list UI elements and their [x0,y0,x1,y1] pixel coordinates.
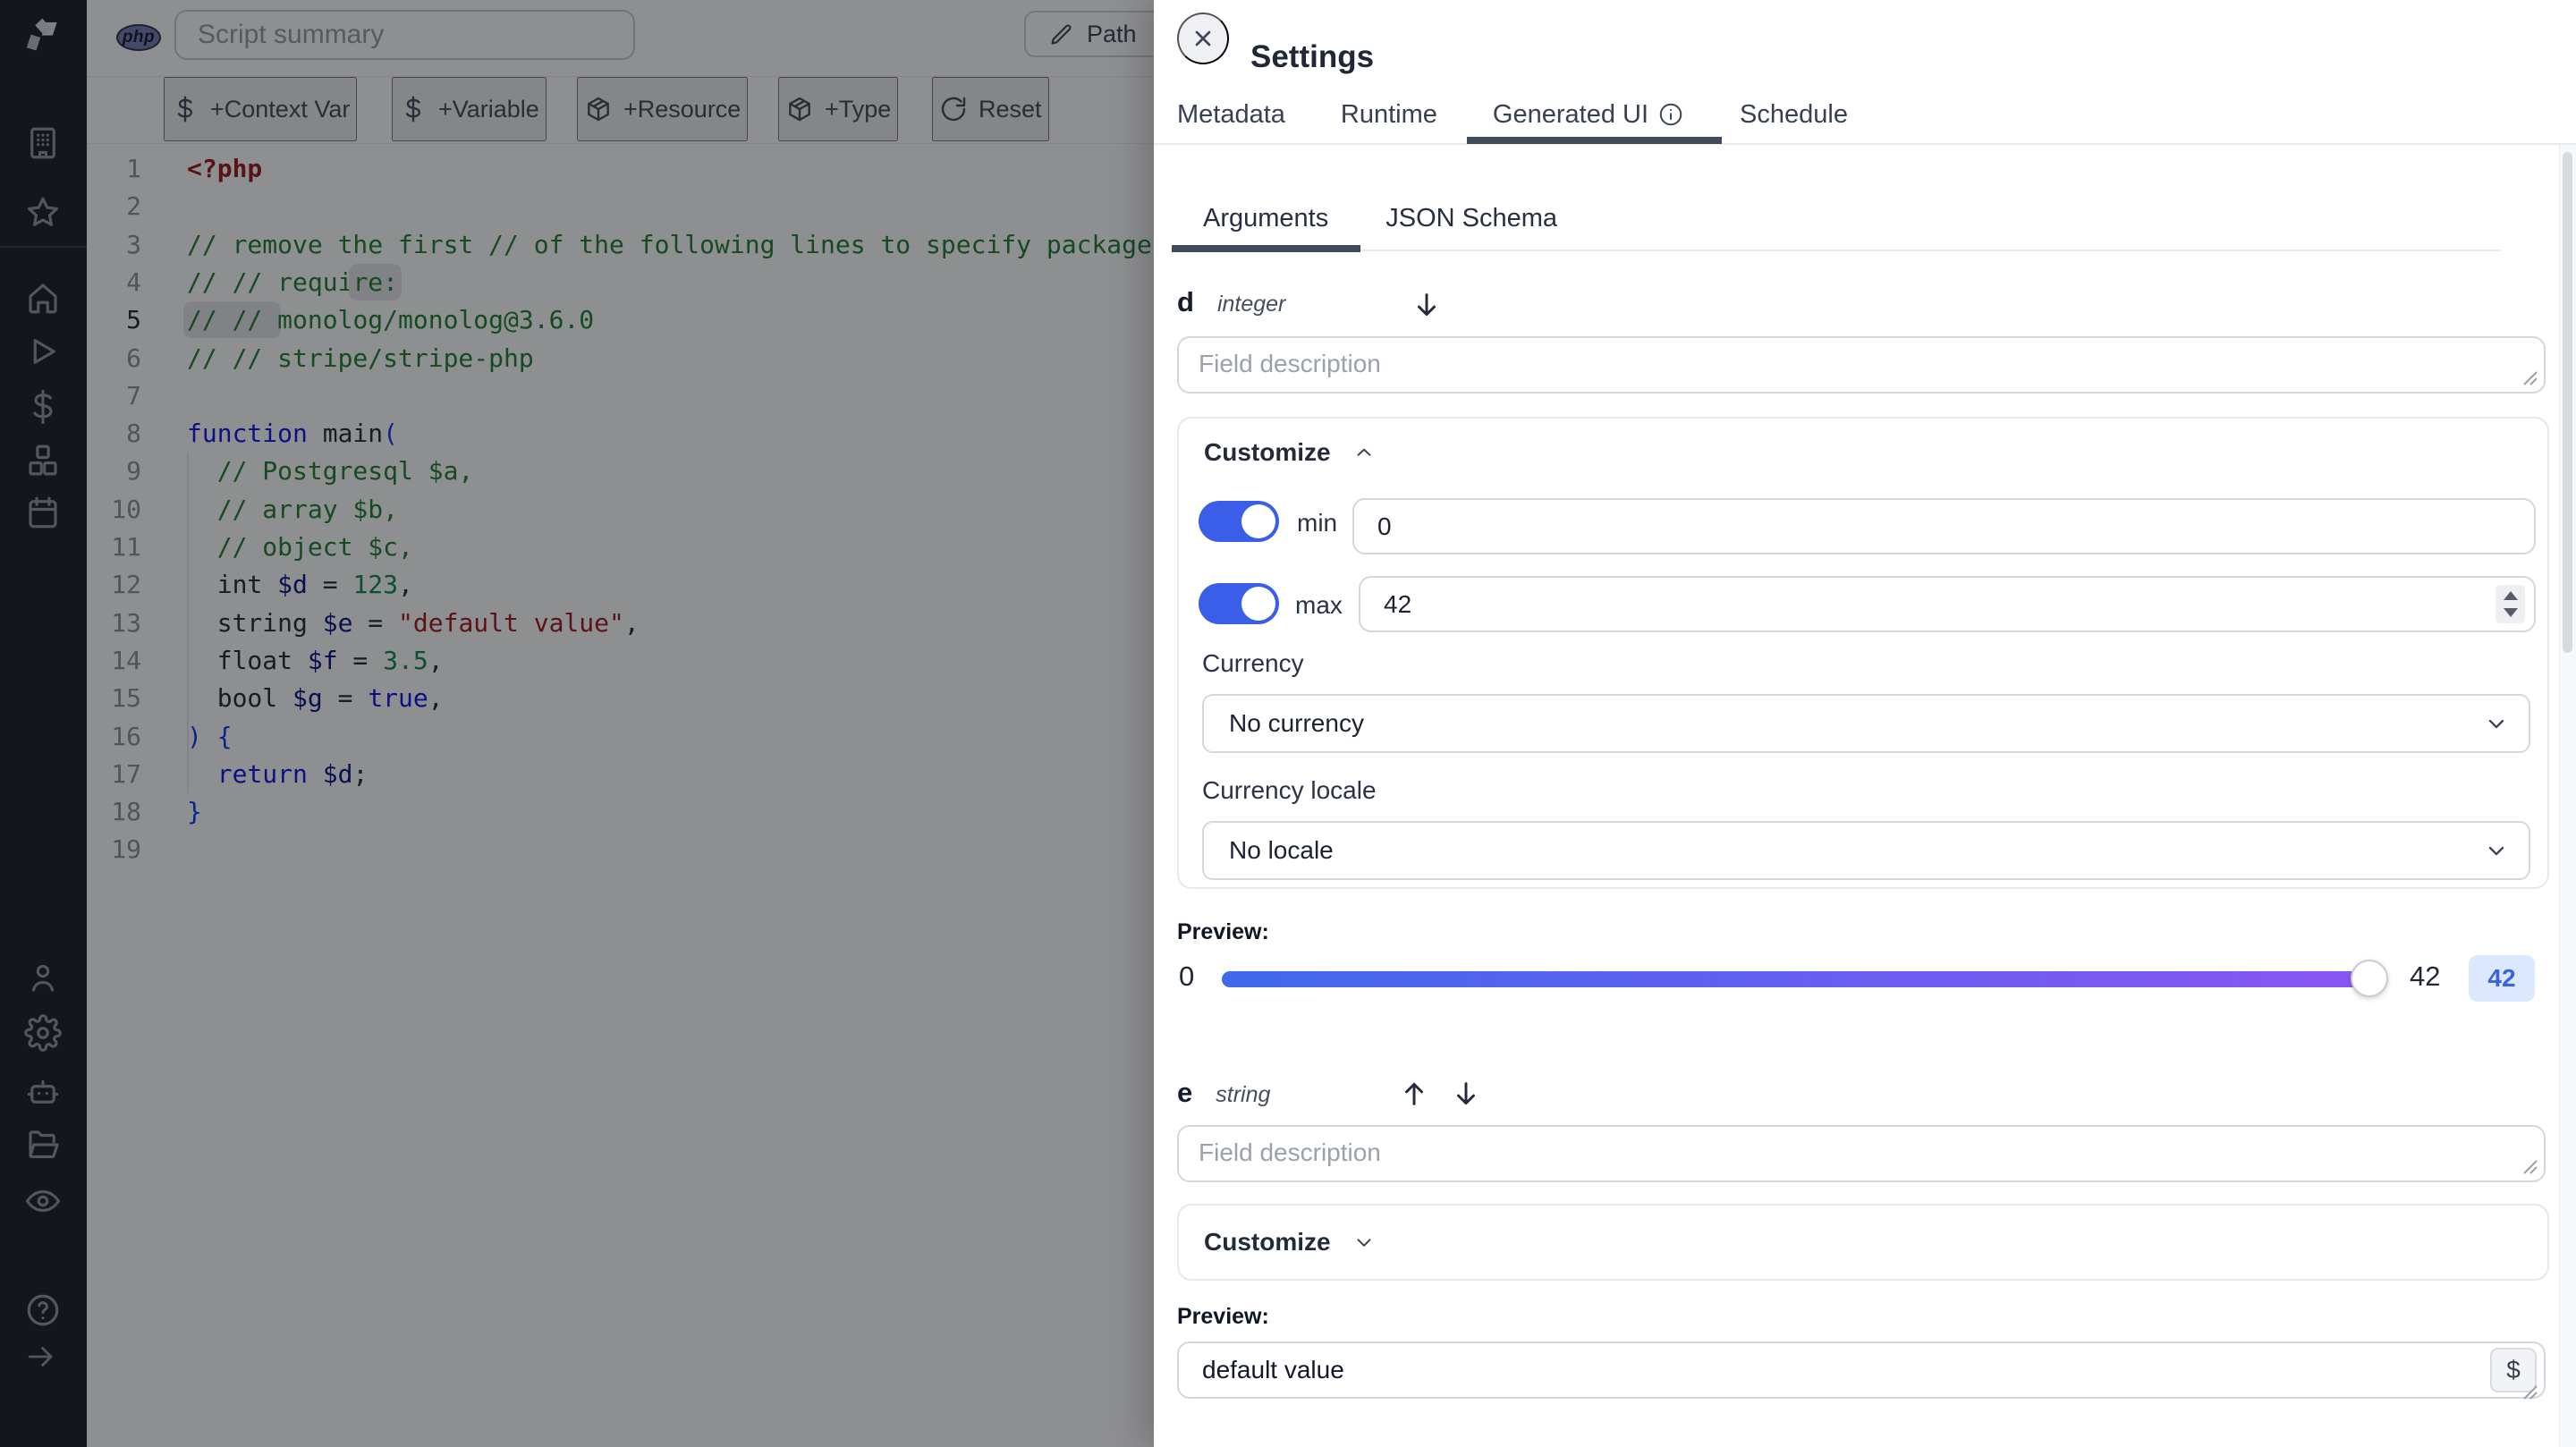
field-d-preview-label: Preview: [1177,919,1269,944]
customize-label: Customize [1204,438,1331,466]
slider-value-badge: 42 [2469,955,2535,1002]
tab-schedule[interactable]: Schedule [1740,100,1848,130]
drawer-scrollbar[interactable] [2559,145,2576,1447]
customize-label: Customize [1204,1228,1331,1256]
drawer-title: Settings [1250,39,1375,75]
resize-handle-icon[interactable] [2521,1157,2538,1175]
resize-handle-icon[interactable] [2521,368,2538,386]
move-up-icon[interactable] [1399,1079,1429,1109]
min-toggle[interactable] [1199,501,1279,542]
subtabs-divider [1172,250,2501,251]
chevron-down-icon [2488,846,2504,856]
subtab-json-schema[interactable]: JSON Schema [1385,204,1557,243]
chevron-down-icon [1357,1239,1371,1247]
slider-knob[interactable] [2351,960,2388,997]
chevron-up-icon [1357,448,1371,456]
tab-metadata[interactable]: Metadata [1177,100,1285,130]
min-input[interactable] [1352,498,2536,554]
max-toggle[interactable] [1199,583,1279,624]
currency-locale-select[interactable]: No locale [1202,821,2530,880]
slider-min-label: 0 [1179,960,1195,992]
generated-ui-subtabs: Arguments JSON Schema [1203,204,1557,243]
slider-max-label: 42 [2410,960,2441,992]
active-subtab-underline [1172,245,1360,252]
currency-locale-label: Currency locale [1202,776,1377,804]
close-button[interactable] [1177,13,1229,64]
chevron-down-icon [2488,719,2504,729]
currency-locale-value: No locale [1229,836,1334,864]
field-e-header: e string [1177,1077,1270,1114]
app-window: php Path +Context Var +Variable +Resourc… [0,0,2576,1447]
max-input[interactable] [1359,576,2536,632]
field-e-preview-label: Preview: [1177,1304,1269,1329]
tabs-divider [1154,143,2576,145]
subtab-arguments[interactable]: Arguments [1203,204,1328,243]
field-d-type: integer [1216,292,1286,317]
currency-select[interactable]: No currency [1202,694,2530,753]
settings-drawer: Settings Metadata Runtime Generated UI S… [1154,0,2576,1447]
scrollbar-thumb[interactable] [2563,152,2572,653]
settings-tabs: Metadata Runtime Generated UI Schedule [1177,86,1848,143]
slider-track[interactable] [1222,971,2377,987]
field-e-description-input[interactable] [1177,1125,2546,1182]
field-e-customize-box: Customize [1177,1204,2549,1281]
number-spinner[interactable] [2496,585,2525,623]
tab-generated-ui[interactable]: Generated UI [1493,100,1684,130]
field-e-preview-input[interactable] [1177,1341,2546,1399]
field-d-customize-box: Customize min max Currency No currency C… [1177,417,2549,889]
field-e-type: string [1216,1082,1271,1107]
move-down-icon[interactable] [1411,290,1442,320]
spinner-up-icon[interactable] [2503,591,2518,600]
move-down-icon[interactable] [1451,1079,1481,1109]
min-label: min [1297,509,1338,537]
currency-value: No currency [1229,709,1364,737]
info-icon [1659,103,1682,126]
spinner-down-icon[interactable] [2503,608,2518,617]
tab-runtime[interactable]: Runtime [1341,100,1437,130]
field-d-description-input[interactable] [1177,336,2546,393]
tab-generated-ui-label: Generated UI [1492,99,1649,129]
max-label: max [1295,591,1343,619]
currency-label: Currency [1202,649,1304,677]
field-d-customize-toggle[interactable]: Customize [1204,438,1376,467]
active-tab-underline [1467,137,1722,144]
field-e-name: e [1177,1077,1193,1108]
close-icon [1195,30,1211,47]
field-e-customize-toggle[interactable]: Customize [1204,1206,1376,1279]
field-d-header: d integer [1177,286,1285,324]
resize-handle-icon[interactable] [2521,1383,2538,1400]
field-d-name: d [1177,286,1194,317]
